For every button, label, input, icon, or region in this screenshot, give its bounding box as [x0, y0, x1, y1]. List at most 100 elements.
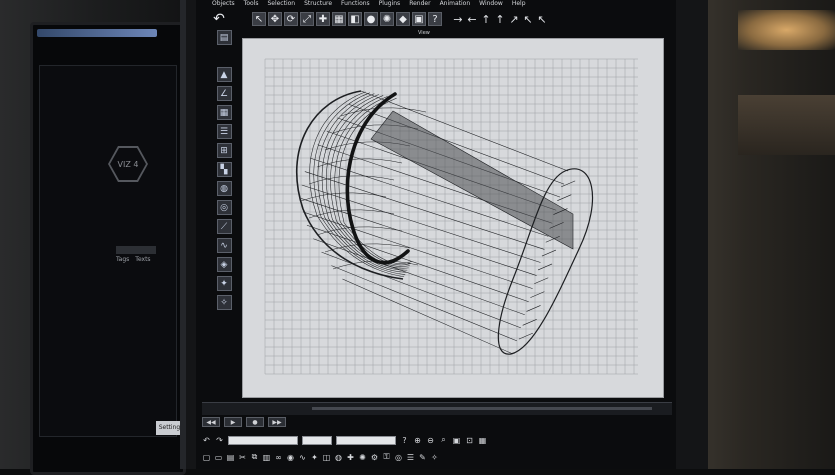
main-screen: Objects Tools Selection Structure Functi… — [196, 0, 676, 469]
zoom-in-icon[interactable]: ⊕ — [413, 436, 422, 445]
bone-icon[interactable]: ⟋ — [216, 219, 232, 234]
brush-icon[interactable]: ✎ — [418, 453, 427, 462]
viz-hex-badge[interactable]: VIZ 4 — [108, 146, 148, 182]
lock-icon[interactable]: ⚿ — [382, 452, 391, 462]
eye-icon[interactable]: ◎ — [394, 453, 403, 462]
redo-small-icon[interactable]: ↷ — [215, 436, 224, 445]
undo-small-icon[interactable]: ↶ — [202, 436, 211, 445]
sphere-small-icon[interactable]: ◍ — [334, 453, 343, 462]
save-icon[interactable]: ▤ — [226, 453, 235, 462]
stack-icon[interactable]: ☰ — [216, 124, 232, 139]
sphere-tool-icon[interactable]: ◍ — [216, 181, 232, 196]
paste-icon[interactable]: ▥ — [262, 453, 271, 462]
camera-small-icon[interactable]: ▣ — [452, 436, 461, 445]
arrow-right-icon[interactable]: → — [452, 12, 464, 26]
copy-icon[interactable]: ⧉ — [250, 452, 259, 462]
menu-selection[interactable]: Selection — [267, 0, 295, 8]
zoom-out-icon[interactable]: ⊖ — [426, 436, 435, 445]
wand-small-icon[interactable]: ✧ — [430, 453, 439, 462]
menu-functions[interactable]: Functions — [341, 0, 370, 8]
node-icon[interactable]: ◉ — [286, 453, 295, 462]
wireframe-model — [295, 90, 594, 355]
arrow-up-2-icon[interactable]: ↑ — [494, 12, 506, 26]
cloth-icon[interactable]: ✦ — [216, 276, 232, 291]
menu-render[interactable]: Render — [409, 0, 430, 8]
gem-icon[interactable]: ◈ — [216, 257, 232, 272]
disc-wire — [526, 305, 541, 312]
wall-light — [738, 10, 835, 50]
menu-animation[interactable]: Animation — [440, 0, 471, 8]
sphere-icon[interactable]: ● — [364, 12, 378, 26]
menu-objects[interactable]: Objects — [212, 0, 235, 8]
layers-icon[interactable]: ☰ — [406, 453, 415, 462]
cylinder-icon[interactable]: ◎ — [216, 200, 232, 215]
help-small-icon[interactable]: ? — [400, 436, 409, 445]
record-icon[interactable]: ● — [246, 417, 264, 427]
left-toolbar: ▤ ▲ ∠ ▦ ☰ ⊞ ▚ ◍ ◎ ⟋ ∿ ◈ ✦ ✧ — [214, 30, 234, 370]
select-arrow-icon[interactable]: ↖ — [252, 12, 266, 26]
arrow-up-icon[interactable]: ↑ — [480, 12, 492, 26]
gear-icon[interactable]: ⚙ — [370, 453, 379, 462]
cut-icon[interactable]: ✂ — [238, 453, 247, 462]
render-icon[interactable]: ▦ — [332, 12, 346, 26]
arrow-left-icon[interactable]: ← — [466, 12, 478, 26]
menu-structure[interactable]: Structure — [304, 0, 332, 8]
layout-icon[interactable]: ▤ — [216, 30, 232, 45]
new-file-icon[interactable]: ▢ — [202, 453, 211, 462]
material-icon[interactable]: ◆ — [396, 12, 410, 26]
cube-icon[interactable]: ◧ — [348, 12, 362, 26]
timeline-track[interactable] — [312, 407, 652, 410]
body-wire — [342, 278, 514, 355]
menu-tools[interactable]: Tools — [244, 0, 259, 8]
left-monitor: VIZ 4 Tags Texts Settings — [30, 22, 186, 475]
search-icon[interactable]: ⌕ — [439, 435, 448, 445]
axis-icon[interactable]: ✚ — [316, 12, 330, 26]
link-icon[interactable]: ∞ — [274, 453, 283, 462]
open-file-icon[interactable]: ▭ — [214, 453, 223, 462]
tab-tags[interactable]: Tags — [116, 256, 129, 263]
help-icon[interactable]: ? — [428, 12, 442, 26]
checker-icon[interactable]: ▚ — [216, 162, 232, 177]
pyramid-icon[interactable]: ▲ — [216, 67, 232, 82]
mode-field[interactable] — [336, 435, 396, 445]
forward-icon[interactable]: ▶▶ — [268, 417, 286, 427]
fit-icon[interactable]: ⊡ — [465, 436, 474, 445]
cap-parallel — [340, 107, 427, 117]
top-toolbar: ↶ ↖ ✥ ⟳ ⤢ ✚ ▦ ◧ ● ✺ ◆ ▣ ? → ← ↑ ↑ ↗ ↖ ↖ — [212, 9, 668, 29]
menu-plugins[interactable]: Plugins — [379, 0, 401, 8]
menu-help[interactable]: Help — [512, 0, 526, 8]
angle-icon[interactable]: ∠ — [216, 86, 232, 101]
lattice-icon[interactable]: ⊞ — [216, 143, 232, 158]
menu-bar: Objects Tools Selection Structure Functi… — [212, 0, 652, 8]
scale-icon[interactable]: ⤢ — [300, 12, 314, 26]
light-icon[interactable]: ✺ — [380, 12, 394, 26]
disc-wire — [557, 194, 572, 201]
timeline-bar[interactable] — [202, 402, 672, 415]
arrow-up-left-icon[interactable]: ↖ — [522, 12, 534, 26]
grid-icon[interactable]: ▦ — [216, 105, 232, 120]
camera-icon[interactable]: ▣ — [412, 12, 426, 26]
spline-icon[interactable]: ∿ — [216, 238, 232, 253]
play-icon[interactable]: ▶ — [224, 417, 242, 427]
grid-small-icon[interactable]: ▦ — [478, 436, 487, 445]
star-icon[interactable]: ✦ — [310, 453, 319, 462]
axis-small-icon[interactable]: ✚ — [346, 453, 355, 462]
curve-icon[interactable]: ∿ — [298, 453, 307, 462]
move-icon[interactable]: ✥ — [268, 12, 282, 26]
viewport-label: View — [418, 30, 430, 36]
rotate-icon[interactable]: ⟳ — [284, 12, 298, 26]
rewind-icon[interactable]: ◀◀ — [202, 417, 220, 427]
tab-texts[interactable]: Texts — [135, 256, 150, 263]
arrow-up-left-2-icon[interactable]: ↖ — [536, 12, 548, 26]
menu-window[interactable]: Window — [479, 0, 503, 8]
disc-wire — [534, 277, 549, 285]
box-icon[interactable]: ◫ — [322, 453, 331, 462]
left-window-titlebar — [37, 29, 157, 37]
arrow-up-right-icon[interactable]: ↗ — [508, 12, 520, 26]
wand-icon[interactable]: ✧ — [216, 295, 232, 310]
3d-viewport[interactable] — [242, 38, 664, 398]
light-small-icon[interactable]: ✺ — [358, 453, 367, 462]
value-field[interactable] — [302, 435, 332, 445]
undo-icon[interactable]: ↶ — [212, 11, 226, 27]
object-field[interactable] — [228, 435, 298, 445]
